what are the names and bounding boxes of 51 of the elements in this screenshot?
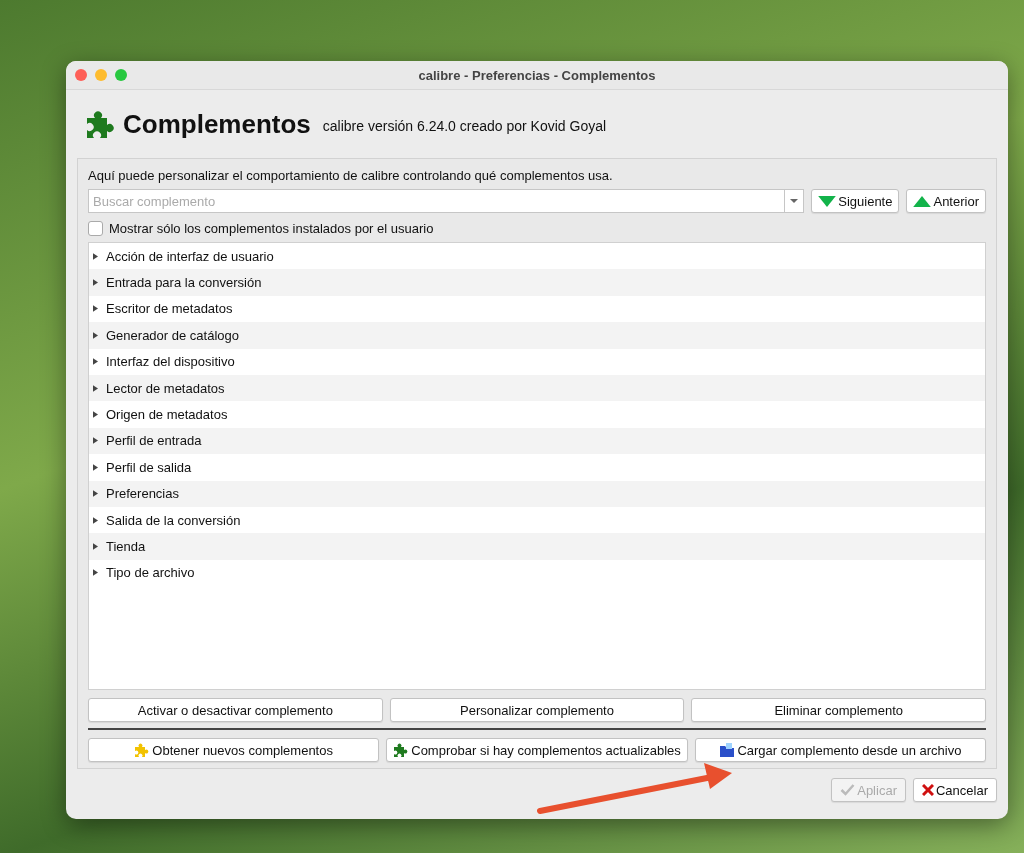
tree-item[interactable]: Perfil de salida: [89, 454, 985, 481]
expand-arrow-icon[interactable]: [93, 358, 98, 366]
tree-item[interactable]: Generador de catálogo: [89, 322, 985, 349]
tree-item[interactable]: Origen de metadatos: [89, 401, 985, 428]
nav-button[interactable]: Siguiente: [811, 189, 900, 213]
expand-arrow-icon[interactable]: [93, 490, 98, 498]
tree-item[interactable]: Salida de la conversión: [89, 506, 985, 534]
expand-arrow-icon[interactable]: [93, 331, 98, 339]
expand-arrow-icon[interactable]: [93, 279, 98, 287]
tree-item[interactable]: Entrada para la conversión: [89, 269, 985, 296]
puzzle-piece-icon: [393, 742, 410, 758]
plugin-button[interactable]: Obtener nuevos complementos: [88, 738, 380, 762]
puzzle-piece-icon: [134, 742, 151, 758]
tree-item[interactable]: Tipo de archivo: [89, 559, 985, 587]
plugin-button[interactable]: Comprobar si hay complementos actualizables: [386, 738, 688, 762]
action-button[interactable]: Personalizar complemento: [389, 698, 685, 722]
search-field[interactable]: Buscar complemento: [88, 189, 785, 213]
folder-icon: [719, 742, 736, 758]
expand-arrow-icon[interactable]: [93, 305, 98, 313]
version-text: calibre versión 6.24.0 creado por Kovid Goyal: [322, 118, 607, 134]
action-button[interactable]: Activar o desactivar complemento: [88, 698, 383, 722]
checkbox-label: Mostrar sólo los complementos instalados por el usuario: [109, 221, 434, 236]
expand-arrow-icon[interactable]: [93, 437, 98, 445]
expand-arrow-icon[interactable]: [93, 463, 98, 471]
tree-item[interactable]: Perfil de entrada: [89, 427, 985, 455]
checkmark-icon: [840, 784, 856, 796]
nav-button[interactable]: Anterior: [906, 189, 986, 213]
expand-arrow-icon[interactable]: [93, 516, 98, 524]
close-icon: [921, 784, 934, 796]
expand-arrow-icon[interactable]: [93, 384, 98, 392]
description-text: Aquí puede personalizar el comportamiento de calibre controlando qué complementos usa.: [88, 168, 614, 183]
triangle-icon: [818, 195, 837, 207]
expand-arrow-icon[interactable]: [93, 569, 98, 577]
window-title: calibre - Preferencias - Complementos: [418, 67, 656, 83]
tree-item[interactable]: Acción de interfaz de usuario: [89, 243, 985, 270]
tree-item[interactable]: Preferencias: [89, 480, 985, 507]
puzzle-piece-icon: [85, 108, 117, 140]
dropdown-caret-icon[interactable]: [784, 189, 805, 213]
expand-arrow-icon[interactable]: [93, 411, 98, 419]
plugin-button[interactable]: Cargar complemento desde un archivo: [694, 738, 986, 762]
checkbox[interactable]: [88, 221, 103, 236]
tree-item[interactable]: Interfaz del dispositivo: [89, 348, 985, 375]
dialog-button[interactable]: Cancelar: [912, 778, 997, 802]
action-button[interactable]: Eliminar complemento: [691, 698, 986, 722]
expand-arrow-icon[interactable]: [93, 252, 98, 260]
expand-arrow-icon[interactable]: [93, 543, 98, 550]
tree-item[interactable]: Tienda: [89, 533, 985, 560]
triangle-icon: [913, 195, 932, 207]
page-title: Complementos: [123, 108, 311, 140]
tree-item[interactable]: Lector de metadatos: [89, 374, 985, 402]
tree-item[interactable]: Escritor de metadatos: [89, 295, 985, 323]
